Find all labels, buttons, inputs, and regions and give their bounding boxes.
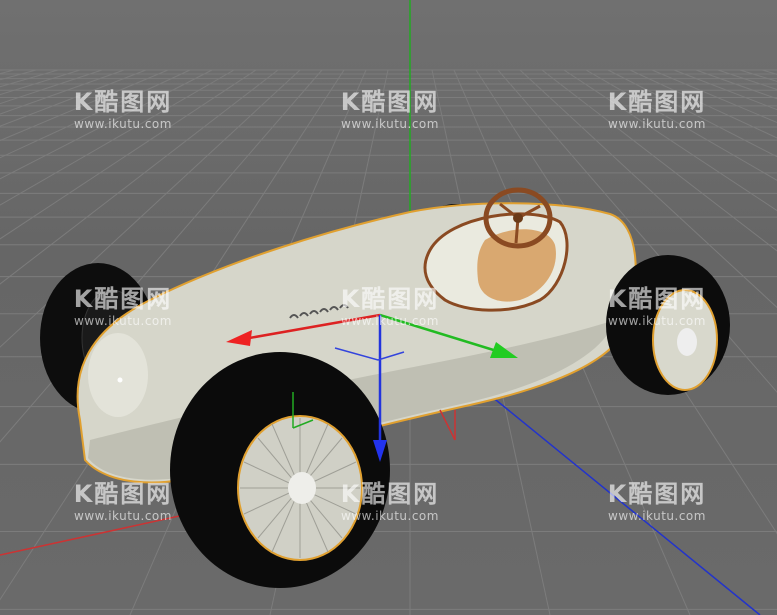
nose-highlight	[88, 333, 148, 417]
race-car-model[interactable]	[40, 187, 730, 588]
nose-light	[117, 377, 123, 383]
front-right-wheel[interactable]	[606, 255, 730, 395]
viewport-scene[interactable]	[0, 0, 777, 615]
3d-viewport[interactable]: K酷图网 www.ikutu.com K酷图网 www.ikutu.com K酷图网 ww…	[0, 0, 777, 615]
front-left-wheel[interactable]	[170, 352, 390, 588]
